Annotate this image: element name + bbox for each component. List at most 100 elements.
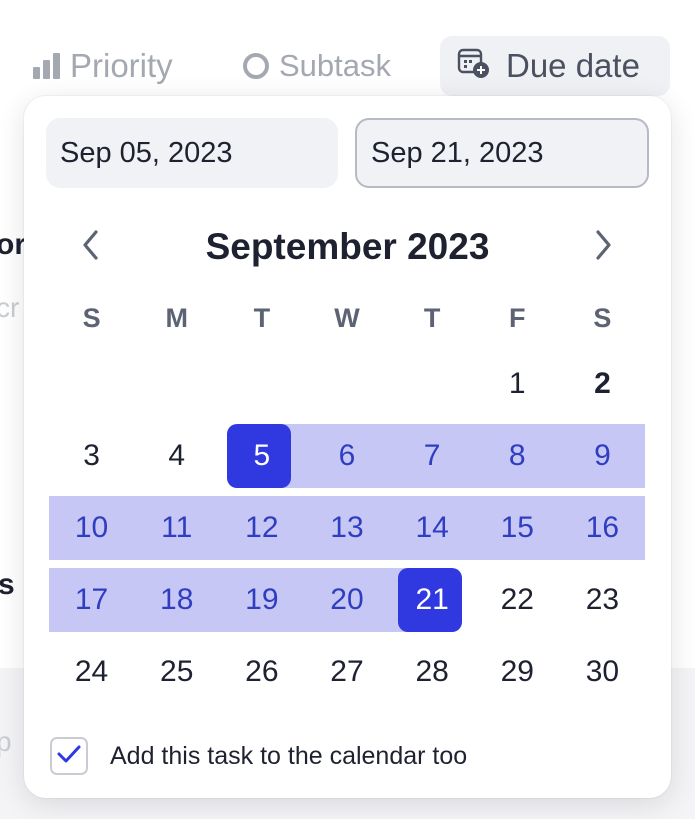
weekday-label: T [253,303,271,333]
date-picker-popup: Sep 05, 2023 Sep 21, 2023 September 2023… [24,96,671,798]
start-date-field[interactable]: Sep 05, 2023 [46,118,338,188]
chevron-right-icon [592,228,614,267]
weekday-label: F [509,303,526,333]
day-cell[interactable]: 9 [559,424,645,488]
day-cell[interactable]: 6 [304,424,390,488]
day-cell[interactable]: 29 [475,640,560,704]
month-header: September 2023 [24,212,671,282]
day-number: 8 [508,439,526,472]
checkmark-icon [56,743,82,770]
day-cell[interactable]: 17 [49,568,135,632]
day-number: 11 [161,511,193,544]
day-cell[interactable]: 5 [219,424,305,488]
weekday-label: T [423,303,441,333]
day-number: 7 [423,439,441,472]
weekday-label: M [165,303,188,333]
day-cell[interactable]: 27 [304,640,389,704]
background-heading-fragment-2: s [0,568,15,601]
day-number: 19 [245,583,279,616]
weekday-label: S [82,303,101,333]
day-cell[interactable]: 1 [475,352,560,416]
weekday-label: W [334,303,360,333]
day-cell[interactable]: 28 [390,640,475,704]
end-date-field[interactable]: Sep 21, 2023 [355,118,649,188]
priority-label: Priority [70,47,173,84]
day-cell[interactable]: 19 [219,568,305,632]
priority-bars-icon [33,53,60,79]
day-cell[interactable]: 20 [304,568,390,632]
day-number: 17 [74,583,109,616]
day-number: 4 [168,439,186,472]
empty-day-cell [304,352,389,416]
empty-day-cell [134,352,219,416]
next-month-button[interactable] [578,222,628,272]
day-number: 29 [500,655,534,688]
day-cell[interactable]: 10 [49,496,135,560]
month-title: September 2023 [205,226,490,267]
day-number: 12 [245,511,279,544]
day-number: 28 [415,655,449,688]
day-cell[interactable]: 30 [560,640,645,704]
day-cell[interactable]: 7 [389,424,475,488]
empty-day-cell [219,352,304,416]
day-cell[interactable]: 11 [134,496,220,560]
add-to-calendar-label: Add this task to the calendar too [110,741,468,770]
empty-day-cell [49,352,134,416]
day-cell[interactable]: 16 [559,496,645,560]
day-number: 23 [585,583,620,616]
day-number: 26 [245,655,279,688]
day-number: 14 [415,511,449,544]
day-number: 5 [253,439,271,472]
background-heading-fragment: or [0,228,26,261]
day-number: 16 [585,511,620,544]
day-number: 27 [330,655,364,688]
circle-icon [243,53,269,79]
day-number: 24 [74,655,109,688]
day-cell[interactable]: 25 [134,640,219,704]
empty-day-cell [390,352,475,416]
previous-month-button[interactable] [66,222,116,272]
day-grid: 1 2 3 4 5 6 7 8 9 10 11 12 13 14 15 16 17 18 19 20 21 22 23 24 2… [49,352,645,704]
day-cell[interactable]: 4 [134,424,219,488]
calendar-add-icon [456,45,490,87]
day-number: 1 [508,367,526,400]
day-number: 10 [74,511,109,544]
due-date-button[interactable]: Due date [440,36,670,96]
day-cell[interactable]: 3 [49,424,134,488]
day-number: 22 [500,583,534,616]
day-cell[interactable]: 12 [219,496,305,560]
background-input-fragment: p [0,726,12,757]
day-number: 18 [160,583,194,616]
day-cell[interactable]: 23 [560,568,645,632]
day-number: 25 [160,655,194,688]
day-cell[interactable]: 22 [475,568,560,632]
subtask-button[interactable]: Subtask [243,36,391,96]
day-cell[interactable]: 2 [560,352,645,416]
chevron-left-icon [80,228,102,267]
subtask-label: Subtask [279,48,392,83]
day-cell[interactable]: 15 [474,496,560,560]
day-number: 15 [500,511,534,544]
day-number: 21 [415,583,449,616]
day-cell[interactable]: 21 [389,568,475,632]
day-number: 30 [585,655,620,688]
day-cell[interactable]: 13 [304,496,390,560]
day-cell[interactable]: 14 [389,496,475,560]
day-cell[interactable]: 26 [219,640,304,704]
day-number: 20 [330,583,364,616]
due-date-label: Due date [506,47,640,84]
day-number: 9 [594,439,611,472]
day-number: 6 [338,439,356,472]
day-number: 13 [330,511,364,544]
priority-button[interactable]: Priority [33,36,173,96]
background-text-fragment: cr [0,292,20,323]
day-number: 3 [83,439,100,472]
weekday-header: S M T W T F S [49,296,645,340]
add-to-calendar-checkbox[interactable] [50,737,88,775]
weekday-label: S [593,303,612,333]
day-number: 2 [594,367,611,400]
day-cell[interactable]: 8 [474,424,560,488]
day-cell[interactable]: 24 [49,640,134,704]
add-to-calendar-row: Add this task to the calendar too [50,736,467,776]
day-cell[interactable]: 18 [134,568,220,632]
